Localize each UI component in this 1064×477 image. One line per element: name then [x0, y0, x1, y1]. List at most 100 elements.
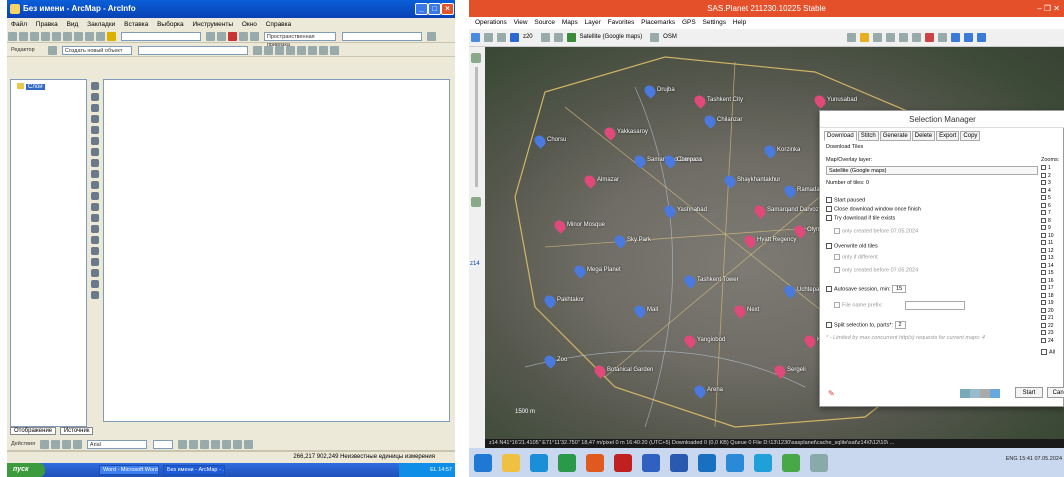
gps-track-icon[interactable]	[963, 33, 973, 42]
target-layer-select[interactable]	[137, 46, 248, 55]
sas-title-bar[interactable]: SAS.Planet 211230.10225 Stable – ❐ ✕	[469, 0, 1064, 17]
bold-icon[interactable]	[177, 440, 187, 449]
cut-icon[interactable]	[52, 32, 61, 41]
editor-task-select[interactable]: Создать новый объект	[61, 46, 132, 55]
menu-item[interactable]: Правка	[36, 21, 58, 28]
snap-icon[interactable]	[318, 46, 328, 55]
menu-item[interactable]: Вставка	[124, 21, 148, 28]
move-icon[interactable]	[471, 33, 480, 42]
menu-item[interactable]: Operations	[475, 19, 507, 26]
minimize-icon[interactable]: _	[415, 3, 428, 15]
font-select[interactable]: Arial	[86, 440, 147, 449]
menu-item[interactable]: Выборка	[157, 21, 184, 28]
start-paused-checkbox[interactable]: Start paused	[826, 197, 865, 203]
redo-icon[interactable]	[96, 32, 105, 41]
line-color-icon[interactable]	[232, 440, 242, 449]
menu-item[interactable]: GPS	[682, 19, 696, 26]
gps-icon[interactable]	[924, 33, 934, 42]
zoom-checkbox[interactable]: 18	[1041, 293, 1063, 301]
placemark-icon[interactable]	[872, 33, 882, 42]
fill-color-icon[interactable]	[221, 440, 231, 449]
zoom-checkbox[interactable]: 6	[1041, 203, 1063, 211]
full-extent-icon[interactable]	[91, 137, 99, 145]
dialog-tool-icons[interactable]	[960, 389, 1000, 398]
zoom-checkbox[interactable]: 9	[1041, 225, 1063, 233]
italic-icon[interactable]	[188, 440, 198, 449]
file-prefix-input[interactable]	[905, 301, 965, 310]
path-icon[interactable]	[885, 33, 895, 42]
select-features-icon[interactable]	[91, 170, 99, 178]
map-type-icon[interactable]	[566, 33, 576, 42]
arcmap-title-bar[interactable]: Без имени - ArcMap - ArcInfo _ □ ×	[7, 0, 455, 18]
selection-icon[interactable]	[540, 33, 550, 42]
zoom-checkbox[interactable]: 7	[1041, 210, 1063, 218]
magnifier-icon[interactable]	[91, 280, 99, 288]
menu-item[interactable]: Справка	[266, 21, 292, 28]
start-button[interactable]: пуск	[7, 463, 45, 477]
go-to-xy-icon[interactable]	[91, 269, 99, 277]
whats-this-icon[interactable]	[249, 32, 259, 41]
zoom-out-icon[interactable]	[91, 93, 99, 101]
drawing-menu[interactable]: Действия	[9, 440, 35, 449]
taskbar-item-word[interactable]: Word - Microsoft Word	[99, 465, 159, 475]
select-pointer-icon[interactable]	[39, 440, 49, 449]
menu-item[interactable]: Maps	[562, 19, 578, 26]
command-line-icon[interactable]	[227, 32, 237, 41]
font-color-icon[interactable]	[210, 440, 220, 449]
overwrite-checkbox[interactable]: Overwrite old tiles	[826, 243, 878, 249]
layer-select[interactable]	[341, 32, 422, 41]
tab-stitch[interactable]: Stitch	[857, 131, 879, 141]
fixed-zoom-in-icon[interactable]	[91, 104, 99, 112]
undo-icon[interactable]	[85, 32, 94, 41]
zoom-checkbox[interactable]: 2	[1041, 173, 1063, 181]
menu-item[interactable]: Settings	[703, 19, 727, 26]
zoom-checkbox[interactable]: 3	[1041, 180, 1063, 188]
marker-color-icon[interactable]	[243, 440, 253, 449]
autosave-checkbox[interactable]: Autosave session, min: 15	[826, 285, 907, 294]
html-popup-icon[interactable]	[91, 258, 99, 266]
menu-item[interactable]: Инструменты	[192, 21, 233, 28]
taskbar-item-arcmap[interactable]: Без имени - ArcMap - ...	[163, 465, 225, 475]
print-icon[interactable]	[41, 32, 50, 41]
zoom-checkbox[interactable]: 11	[1041, 240, 1063, 248]
measure-icon[interactable]	[91, 214, 99, 222]
paste-icon[interactable]	[74, 32, 83, 41]
scale-select[interactable]	[120, 32, 201, 41]
layers-icon[interactable]	[650, 33, 660, 42]
menu-item[interactable]: Source	[534, 19, 555, 26]
split-icon[interactable]	[263, 46, 273, 55]
zoom-checkbox[interactable]: 15	[1041, 270, 1063, 278]
text-icon[interactable]	[72, 440, 82, 449]
app-icon[interactable]	[586, 454, 604, 472]
table-of-contents[interactable]: Слои	[10, 79, 87, 427]
zoom-in-icon[interactable]	[471, 53, 481, 63]
only-created-checkbox[interactable]: only created before 07.05.2024	[834, 228, 918, 234]
file-explorer-icon[interactable]	[502, 454, 520, 472]
pin-icon[interactable]: ✎	[828, 389, 835, 398]
save-icon[interactable]	[30, 32, 39, 41]
identify-icon[interactable]	[91, 192, 99, 200]
marks-icon[interactable]	[911, 33, 921, 42]
menu-item[interactable]: Закладки	[87, 21, 115, 28]
search-icon[interactable]	[846, 33, 856, 42]
forward-icon[interactable]	[91, 159, 99, 167]
pdf-icon[interactable]	[614, 454, 632, 472]
menu-item[interactable]: Окно	[242, 21, 257, 28]
attributes-icon[interactable]	[285, 46, 295, 55]
maximize-icon[interactable]: □	[428, 3, 441, 15]
zoom-checkbox[interactable]: 24	[1041, 338, 1063, 346]
zoom-checkbox[interactable]: 12	[1041, 248, 1063, 256]
overview-icon[interactable]	[91, 291, 99, 299]
menu-item[interactable]: Вид	[67, 21, 79, 28]
favorites-icon[interactable]	[859, 33, 869, 42]
zoom-checkbox[interactable]: 23	[1041, 330, 1063, 338]
zoom-checkbox[interactable]: 19	[1041, 300, 1063, 308]
zoom-select[interactable]: z20	[523, 34, 533, 40]
font-size-select[interactable]	[152, 440, 173, 449]
editor-toolbar-icon[interactable]	[205, 32, 215, 41]
topology-icon[interactable]	[307, 46, 317, 55]
zoom-in-icon[interactable]	[91, 82, 99, 90]
tab-source[interactable]: Источник	[59, 427, 94, 435]
tab-copy[interactable]: Copy	[960, 131, 981, 141]
settings-icon[interactable]	[937, 33, 947, 42]
